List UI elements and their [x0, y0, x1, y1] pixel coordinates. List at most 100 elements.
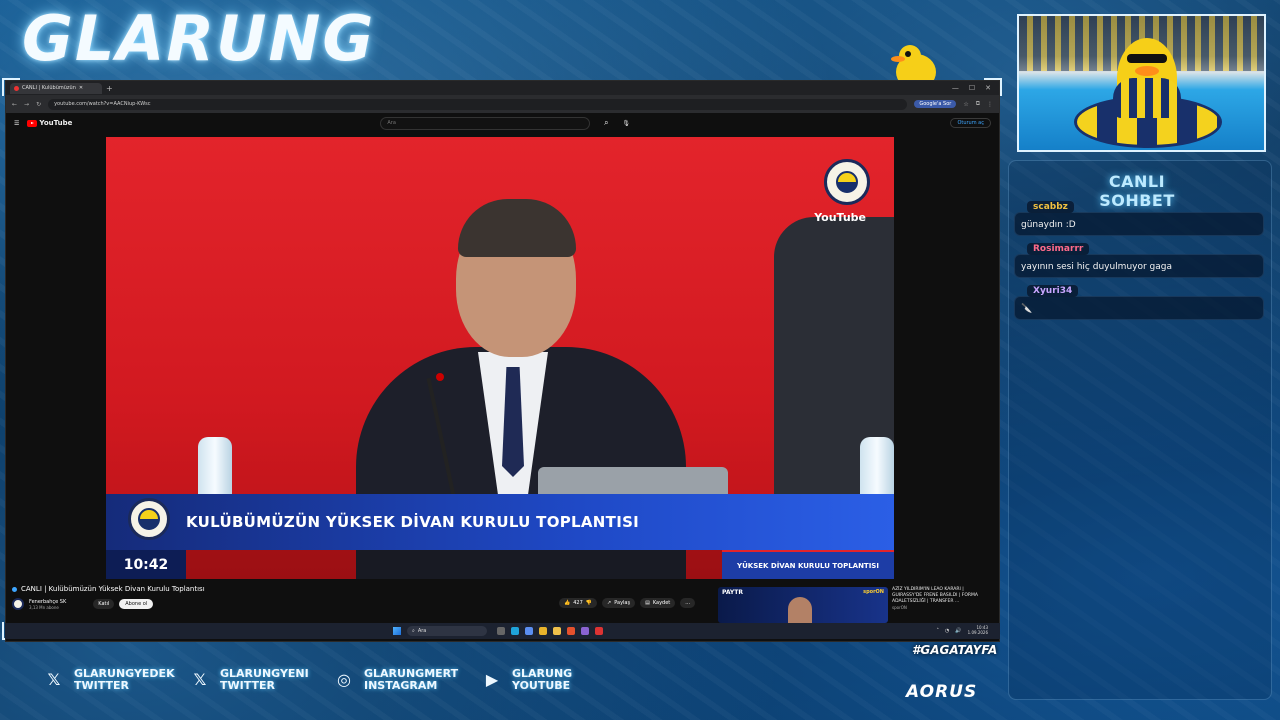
- taskbar-search[interactable]: ⌕ Ara: [407, 626, 487, 636]
- chrome-icon[interactable]: [539, 627, 547, 635]
- duck-jersey: [1113, 78, 1181, 118]
- recommended-channel: sporON: [892, 605, 907, 611]
- clock[interactable]: 10:43 1.09.2026: [968, 625, 988, 636]
- channel-info: Fenerbahçe SK 3,13 Mn abone: [29, 599, 66, 610]
- url-field[interactable]: youtube.com/watch?v=AACNiup-KWsc: [48, 98, 908, 110]
- chat-text: 🔪: [1021, 304, 1033, 314]
- social-label: GLARUNGMERT INSTAGRAM: [364, 668, 458, 691]
- youtube-watermark: YouTube: [814, 211, 866, 224]
- join-button[interactable]: Katıl: [93, 599, 115, 609]
- banner-tag: YÜKSEK DİVAN KURULU TOPLANTISI: [722, 550, 894, 579]
- speaker-hair: [458, 199, 576, 257]
- thumbs-up-icon: 👍: [564, 600, 571, 606]
- store-icon[interactable]: [525, 627, 533, 635]
- new-tab-icon[interactable]: +: [106, 84, 113, 93]
- volume-icon[interactable]: 🔊: [955, 628, 961, 634]
- club-crest-icon: [824, 159, 870, 205]
- social-platform: TWITTER: [220, 678, 275, 692]
- video-title-text: CANLI | Kulübümüzün Yüksek Divan Kurulu …: [21, 585, 205, 593]
- chrome-active-icon[interactable]: [595, 627, 603, 635]
- share-button[interactable]: ↗ Paylaş: [602, 598, 636, 608]
- recommended-thumbnail[interactable]: PAYTR sporON: [718, 587, 888, 623]
- hamburger-icon[interactable]: ☰: [14, 120, 19, 127]
- banner-time: 10:42: [106, 550, 186, 579]
- minimize-icon[interactable]: —: [952, 84, 959, 92]
- social-handle: GLARUNG: [512, 667, 573, 680]
- more-button[interactable]: ...: [680, 598, 696, 608]
- thumb-label: PAYTR: [722, 589, 743, 596]
- menu-icon[interactable]: ⋮: [987, 101, 993, 108]
- social-link: 𝕏 GLARUNGYEDEK TWITTER: [44, 668, 175, 691]
- chat-message: Xyuri34 🔪: [1014, 285, 1264, 320]
- video-player[interactable]: YouTube KULÜBÜMÜZÜN YÜKSEK DİVAN KURULU …: [106, 137, 894, 579]
- channel-avatar[interactable]: [12, 598, 24, 610]
- chat-panel: [1008, 160, 1272, 700]
- social-platform: INSTAGRAM: [364, 678, 438, 692]
- chat-header: CANLI SOHBET: [1099, 172, 1175, 210]
- windows-taskbar: ⌕ Ara ˄ ◔ 🔊 10:43 1.09.2026: [5, 623, 1000, 639]
- chat-username: scabbz: [1027, 201, 1074, 213]
- recommended-title[interactable]: AZİZ YILDIRIM'IN LEAO KARARI | GUIRASSY'…: [892, 587, 988, 605]
- recommended-video[interactable]: PAYTR sporON AZİZ YILDIRIM'IN LEAO KARAR…: [718, 587, 988, 623]
- forward-icon[interactable]: →: [24, 101, 29, 108]
- social-platform: YOUTUBE: [512, 678, 571, 692]
- reload-icon[interactable]: ↻: [36, 101, 41, 108]
- x-icon: 𝕏: [47, 670, 61, 690]
- sign-in-button[interactable]: Oturum aç: [950, 118, 991, 128]
- instagram-icon: ◎: [337, 670, 351, 690]
- social-platform: TWITTER: [74, 678, 129, 692]
- brave-icon[interactable]: [567, 627, 575, 635]
- extensions-icon[interactable]: ⧉: [976, 100, 980, 108]
- thumbs-down-icon[interactable]: 👎: [586, 600, 592, 606]
- chat-username: Xyuri34: [1027, 285, 1079, 297]
- save-button[interactable]: ▤ Kaydet: [640, 598, 676, 608]
- save-label: Kaydet: [652, 600, 671, 606]
- youtube-icon: ▶: [485, 670, 499, 690]
- sunglasses-icon: [1127, 54, 1167, 63]
- social-label: GLARUNGYEDEK TWITTER: [74, 668, 175, 691]
- stream-title: GLARUNG: [22, 2, 376, 75]
- wifi-icon[interactable]: ◔: [945, 628, 949, 634]
- browser-tab[interactable]: CANLI | Kulübümüzün ✕: [10, 82, 102, 94]
- youtube-logo-text: YouTube: [39, 119, 73, 127]
- folder-icon[interactable]: [553, 627, 561, 635]
- subscribe-button[interactable]: Abone ol: [119, 599, 154, 609]
- search-icon: ⌕: [412, 628, 415, 634]
- subscriber-count: 3,13 Mn abone: [29, 604, 59, 610]
- social-label: GLARUNG YOUTUBE: [512, 668, 572, 691]
- taskbar-search-label: Ara: [417, 628, 427, 634]
- chat-message: scabbz günaydın :D: [1014, 201, 1264, 236]
- chat-message: Rosimarrr yayının sesi hiç duyulmuyor gag…: [1014, 243, 1264, 278]
- youtube-play-icon: [27, 119, 38, 127]
- like-button[interactable]: 👍 427 👎: [559, 598, 598, 608]
- youtube-favicon-icon: [14, 85, 19, 91]
- taskbar-apps: [497, 627, 603, 635]
- close-icon[interactable]: ✕: [985, 84, 991, 92]
- app-icon[interactable]: [581, 627, 589, 635]
- tab-close-icon[interactable]: ✕: [79, 85, 83, 91]
- star-icon[interactable]: ☆: [963, 101, 968, 108]
- youtube-logo[interactable]: YouTube: [27, 119, 72, 127]
- search-icon[interactable]: ⌕: [598, 118, 614, 128]
- search-input[interactable]: Ara: [380, 116, 591, 130]
- system-tray: ˄ ◔ 🔊 10:43 1.09.2026: [937, 625, 1000, 636]
- maximize-icon[interactable]: ☐: [969, 84, 975, 92]
- mic-icon[interactable]: 🎙: [622, 120, 630, 127]
- channel-name[interactable]: Fenerbahçe SK: [29, 599, 66, 605]
- social-link: ▶ GLARUNG YOUTUBE: [482, 668, 572, 691]
- edge-icon[interactable]: [511, 627, 519, 635]
- aorus-logo: AORUS: [906, 682, 978, 702]
- chevron-up-icon[interactable]: ˄: [937, 628, 940, 634]
- lower-third-banner: KULÜBÜMÜZÜN YÜKSEK DİVAN KURULU TOPLANTI…: [106, 494, 894, 550]
- google-ask-button[interactable]: Google'a Sor: [914, 100, 957, 108]
- chat-text: günaydın :D: [1021, 220, 1076, 230]
- hashtag: #GAGATAYFA: [912, 643, 998, 657]
- social-link: ◎ GLARUNGMERT INSTAGRAM: [334, 668, 458, 691]
- channel-row: Fenerbahçe SK 3,13 Mn abone Katıl Abone …: [12, 598, 154, 610]
- duck-beak: [1135, 66, 1159, 76]
- task-view-icon[interactable]: [497, 627, 505, 635]
- windows-start-icon[interactable]: [393, 627, 401, 635]
- youtube-header: ☰ YouTube Ara ⌕ 🎙 Oturum aç: [6, 113, 999, 133]
- tab-bar: CANLI | Kulübümüzün ✕ + — ☐ ✕: [6, 81, 999, 95]
- back-icon[interactable]: ←: [12, 101, 17, 108]
